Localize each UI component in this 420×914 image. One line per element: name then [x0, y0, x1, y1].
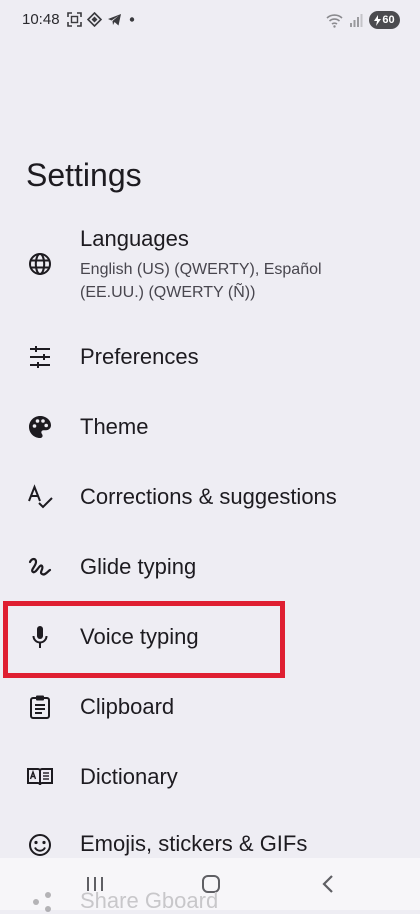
spellcheck-icon: [28, 484, 53, 509]
sliders-icon: [30, 346, 50, 368]
settings-item-dictionary[interactable]: Dictionary: [0, 742, 420, 812]
settings-item-theme[interactable]: Theme: [0, 392, 420, 462]
settings-item-label: Voice typing: [80, 624, 199, 649]
settings-item-clipboard[interactable]: Clipboard: [0, 672, 420, 742]
mic-icon: [32, 626, 48, 648]
settings-item-label: Corrections & suggestions: [80, 484, 337, 509]
settings-item-label: Clipboard: [80, 694, 175, 719]
back-icon[interactable]: [312, 870, 346, 898]
settings-item-label: Languages: [80, 226, 189, 251]
gesture-icon: [28, 557, 52, 576]
palette-icon: [29, 416, 51, 438]
settings-item-label: Theme: [80, 414, 149, 439]
settings-item-subtitle: English (US) (QWERTY), Español (EE.UU.) …: [80, 261, 322, 301]
settings-list: Languages English (US) (QWERTY), Español…: [0, 0, 420, 910]
emoji-icon: [29, 834, 51, 856]
settings-item-label: Preferences: [80, 344, 199, 369]
clipboard-icon: [30, 695, 50, 719]
settings-item-label-share: Share Gboard: [80, 888, 219, 913]
settings-item-preferences[interactable]: Preferences: [0, 322, 420, 392]
settings-item-emojis[interactable]: Emojis, stickers & GIFs: [0, 812, 420, 858]
settings-item-label: Emojis, stickers & GIFs: [80, 831, 308, 856]
settings-item-glide-typing[interactable]: Glide typing: [0, 532, 420, 602]
globe-icon: [29, 253, 51, 275]
settings-item-languages[interactable]: Languages English (US) (QWERTY), Español…: [0, 218, 420, 312]
settings-item-voice-typing[interactable]: Voice typing: [0, 602, 420, 672]
dictionary-icon: [27, 768, 53, 786]
settings-item-label: Glide typing: [80, 554, 197, 579]
settings-item-label: Dictionary: [80, 764, 178, 789]
settings-item-corrections[interactable]: Corrections & suggestions: [0, 462, 420, 532]
